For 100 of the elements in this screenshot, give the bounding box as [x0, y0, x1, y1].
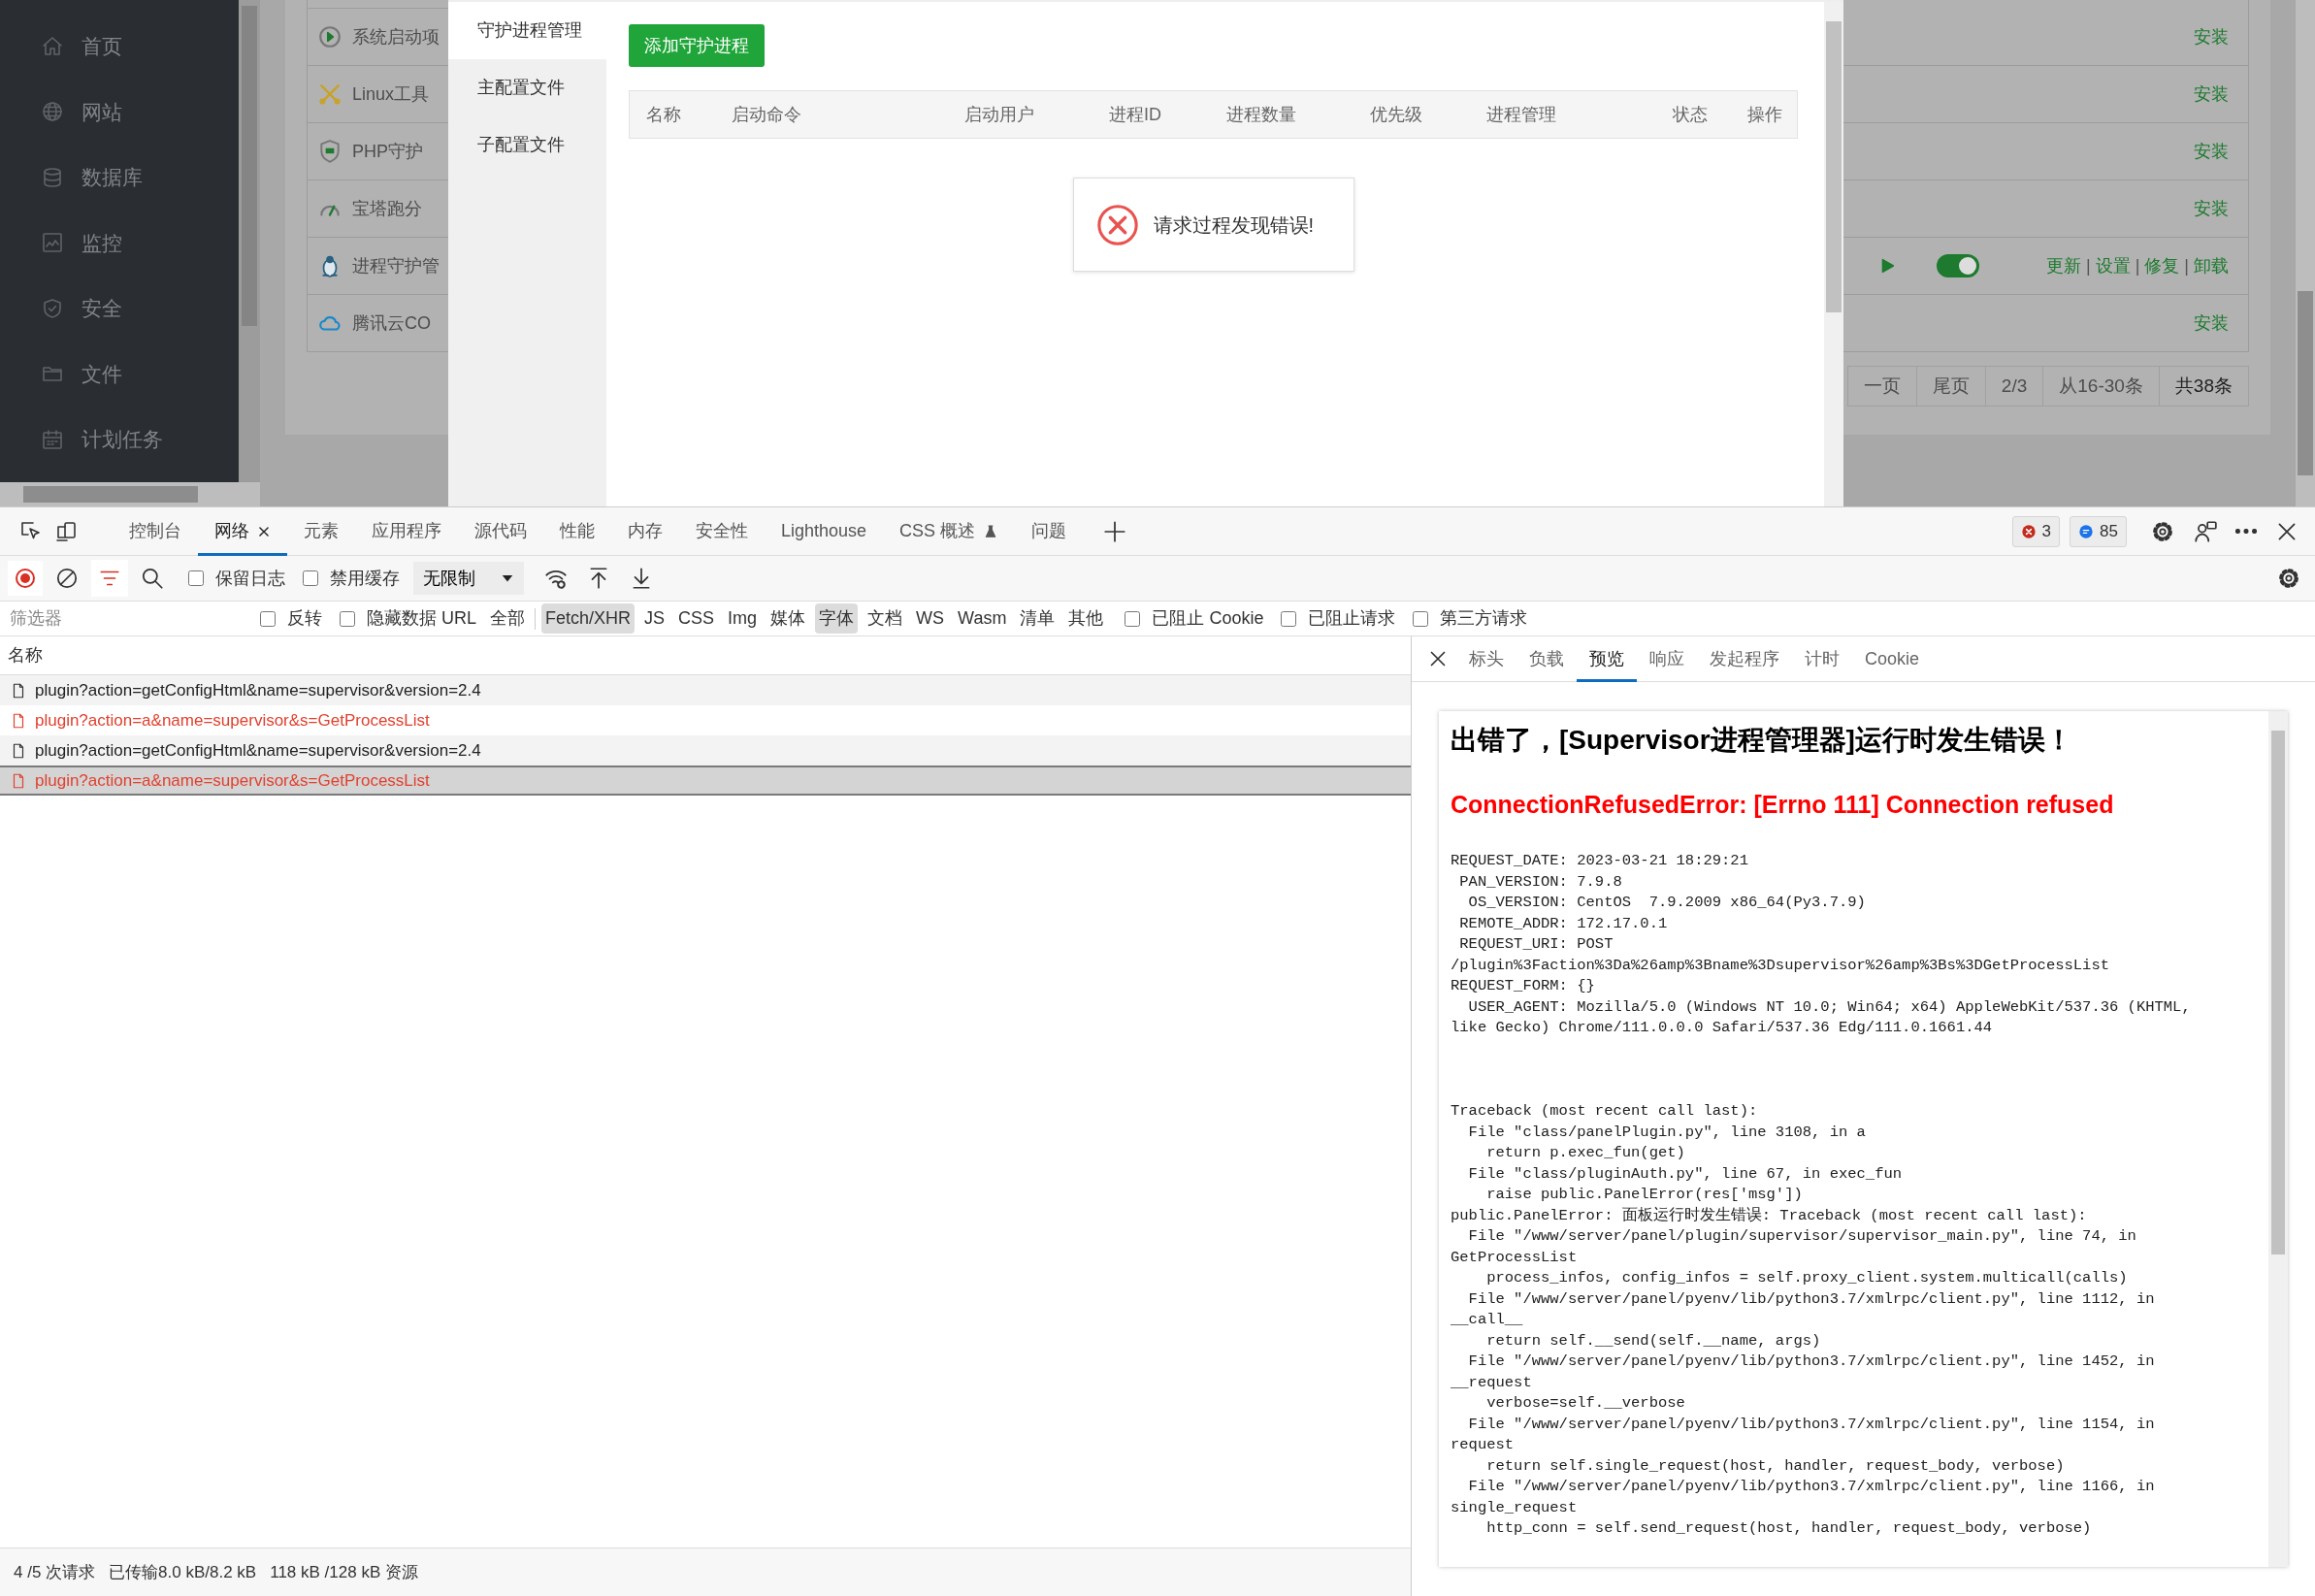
sidebar-item[interactable]: 数据库	[82, 162, 143, 193]
search-icon	[140, 566, 165, 591]
sidebar-item[interactable]: 文件	[82, 358, 122, 389]
calendar-icon[interactable]	[41, 427, 64, 451]
message-count-button[interactable]: 85	[2070, 515, 2127, 547]
sidebar-item[interactable]: 安全	[82, 293, 122, 324]
checkbox[interactable]	[1125, 610, 1141, 627]
close-icon[interactable]	[257, 524, 271, 538]
detail-tab[interactable]: 预览	[1577, 635, 1637, 682]
filter-chip[interactable]: 媒体	[766, 603, 810, 634]
filter-chip[interactable]: 字体	[815, 603, 859, 634]
traceback-line: return self.single_request(host, handler, request_body, verbose)	[1485, 1455, 2066, 1477]
filter-chip[interactable]: 清单	[1016, 603, 1060, 634]
request-name: plugin?action=a&name=supervisor&s=GetProcessList	[35, 769, 430, 792]
scrollbar[interactable]	[239, 0, 260, 482]
play-circle-icon	[317, 24, 342, 49]
error-count-button[interactable]: 3	[2011, 515, 2061, 547]
detail-tab[interactable]: 计时	[1792, 635, 1852, 682]
scrollbar[interactable]	[1824, 2, 1843, 506]
page-link[interactable]: 一页	[1846, 366, 1917, 407]
request-info-line: REQUEST_URI: POST	[1458, 934, 1614, 955]
checkbox[interactable]	[260, 610, 276, 627]
sidebar-item[interactable]: 计划任务	[82, 424, 163, 455]
checkbox[interactable]	[340, 610, 355, 627]
dialog-tab[interactable]: 守护进程管理	[448, 2, 606, 59]
link-separator: |	[2135, 254, 2140, 277]
devtools-tab[interactable]: 问题	[1015, 506, 1084, 556]
sidebar-item[interactable]: 监控	[82, 227, 122, 258]
dialog-tab[interactable]: 子配置文件	[448, 116, 606, 174]
scrollbar[interactable]	[0, 482, 260, 506]
shield-icon[interactable]	[41, 296, 64, 320]
status-text: 4 /5 次请求	[14, 1561, 96, 1583]
devtools-tab[interactable]: 元素	[287, 506, 355, 556]
column-header: 进程ID	[1109, 104, 1161, 124]
column-header[interactable]: 名称	[8, 642, 43, 668]
tools-icon	[317, 81, 342, 107]
request-info-line: REMOTE_ADDR: 172.17.0.1	[1458, 913, 1669, 934]
detail-tab[interactable]: 发起程序	[1697, 635, 1792, 682]
traceback-line: File "/www/server/panel/pyenv/lib/python3.7/xmlrpc/client.py", line 1154, in	[1467, 1414, 2156, 1435]
traceback-line: File "/www/server/panel/plugin/supervisor/supervisor_main.py", line 74, in	[1467, 1226, 2137, 1247]
error-message: 请求过程发现错误!	[1153, 212, 1315, 238]
database-icon[interactable]	[41, 165, 64, 189]
filter-chip[interactable]: Wasm	[954, 603, 1011, 634]
devtools-tab[interactable]: Lighthouse	[765, 506, 884, 556]
checkbox[interactable]	[188, 570, 204, 586]
checkbox[interactable]	[303, 570, 318, 586]
home-icon[interactable]	[41, 34, 64, 58]
dialog-tab[interactable]: 主配置文件	[448, 59, 606, 116]
checkbox-label: 隐藏数据 URL	[367, 607, 476, 630]
detail-tab[interactable]: Cookie	[1852, 635, 1933, 682]
detail-tab[interactable]: 标头	[1456, 635, 1516, 682]
traceback-line: File "/www/server/panel/pyenv/lib/python3.7/xmlrpc/client.py", line 1112, in	[1467, 1288, 2156, 1310]
request-info-line: PAN_VERSION: 7.9.8	[1458, 871, 1623, 893]
error-heading: ConnectionRefusedError: [Errno 111] Connection refused	[1451, 790, 2115, 820]
plugin-name: Linux工具	[352, 82, 430, 106]
traceback-line: public.PanelError: 面板运行时发生错误: Traceback (most recent call last):	[1451, 1205, 2088, 1226]
detail-tab[interactable]: 负载	[1516, 635, 1577, 682]
checkbox[interactable]	[1413, 610, 1429, 627]
traceback-line: File "/www/server/panel/pyenv/lib/python3.7/xmlrpc/client.py", line 1166, in	[1467, 1477, 2156, 1497]
devtools-tab[interactable]: CSS 概述	[883, 506, 1016, 556]
scrollbar[interactable]	[2268, 711, 2288, 1567]
request-row[interactable]: plugin?action=getConfigHtml&name=supervisor&version=2.4	[0, 735, 1411, 765]
devtools-tab[interactable]: 安全性	[679, 506, 765, 556]
column-header: 优先级	[1370, 104, 1422, 124]
request-row[interactable]: plugin?action=getConfigHtml&name=supervisor&version=2.4	[0, 675, 1411, 705]
scrollbar[interactable]	[2296, 0, 2315, 506]
more-icon	[2235, 529, 2257, 534]
devtools-tab[interactable]: 内存	[611, 506, 679, 556]
detail-tab[interactable]: 响应	[1637, 635, 1697, 682]
request-info-line: USER_AGENT: Mozilla/5.0 (Windows NT 10.0; Win64; x64) AppleWebKit/537.36 (KHTML,	[1467, 996, 2192, 1018]
filter-chip[interactable]: Fetch/XHR	[541, 603, 636, 634]
request-row[interactable]: plugin?action=a&name=supervisor&s=GetProcessList	[0, 705, 1411, 735]
devtools-tab[interactable]: 控制台	[113, 506, 198, 556]
devtools-tab[interactable]: 性能	[543, 506, 611, 556]
globe-icon[interactable]	[41, 100, 64, 124]
filter-button[interactable]	[91, 560, 128, 597]
record-button[interactable]	[8, 561, 43, 596]
sidebar-item[interactable]: 首页	[82, 31, 122, 62]
filter-chip[interactable]: 全部	[486, 603, 529, 634]
filter-chip[interactable]: CSS	[674, 603, 719, 634]
filter-chip[interactable]: WS	[912, 603, 949, 634]
traceback-line: process_infos, config_infos = self.proxy_client.system.multicall(calls)	[1485, 1268, 2129, 1288]
page-link[interactable]: 尾页	[1915, 366, 1986, 407]
people-icon	[2193, 518, 2218, 544]
request-name: plugin?action=a&name=supervisor&s=GetProcessList	[35, 709, 430, 732]
toggle-switch[interactable]	[1937, 254, 1979, 277]
throttling-dropdown[interactable]: 无限制	[413, 562, 524, 595]
checkbox-label: 保留日志	[215, 567, 285, 590]
filter-chip[interactable]: 文档	[864, 603, 907, 634]
monitor-icon[interactable]	[41, 231, 64, 255]
filter-chip[interactable]: JS	[640, 603, 669, 634]
devtools-tab[interactable]: 源代码	[458, 506, 543, 556]
filter-chip[interactable]: 其他	[1064, 603, 1108, 634]
checkbox[interactable]	[1281, 610, 1297, 627]
request-name: plugin?action=getConfigHtml&name=supervisor&version=2.4	[35, 679, 481, 701]
filter-chip[interactable]: Img	[724, 603, 762, 634]
column-header: 启动用户	[964, 104, 1034, 124]
devtools-tab[interactable]: 应用程序	[355, 506, 458, 556]
sidebar-item[interactable]: 网站	[82, 96, 122, 127]
message-icon	[2078, 523, 2095, 539]
